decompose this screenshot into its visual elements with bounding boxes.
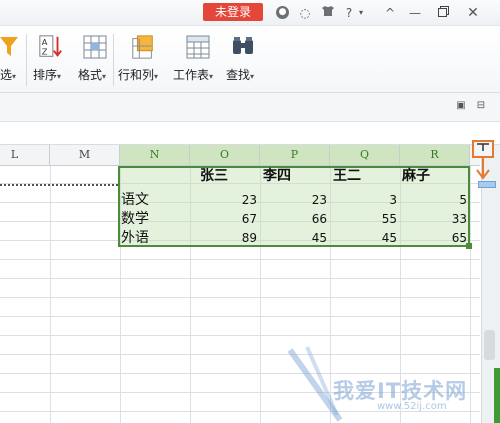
page-break-line [0, 184, 118, 186]
format-icon [83, 35, 107, 59]
title-bar: 未登录 ● ◌ ? ▾ ^ — ✕ [0, 0, 500, 26]
table-cell[interactable]: 23 [190, 191, 257, 210]
feedback-icon[interactable]: ● [276, 6, 289, 19]
format-button[interactable]: 格式▾ [78, 32, 118, 86]
watermark-url: www.52ij.com [377, 401, 447, 412]
panel-dropdown-icon[interactable]: ⊟ [475, 100, 487, 112]
rows-columns-label: 行和列 [118, 68, 155, 82]
scrollbar-accent [494, 368, 500, 423]
formula-bar[interactable] [0, 122, 500, 145]
split-window-button[interactable] [472, 140, 494, 158]
toolbar-strip: ▣ ⊟ [0, 93, 500, 122]
worksheet-button[interactable]: 工作表▾ [173, 32, 225, 86]
chevron-down-icon: ▾ [57, 72, 62, 81]
pin-icon[interactable]: ▣ [455, 100, 467, 112]
ribbon-divider [113, 34, 114, 86]
chevron-down-icon: ▾ [250, 72, 255, 81]
restore-icon[interactable] [435, 5, 451, 21]
table-header-cell[interactable]: 张三 [200, 167, 228, 186]
shirt-icon[interactable] [320, 5, 336, 21]
table-cell[interactable]: 33 [400, 210, 467, 229]
help-dropdown-icon[interactable]: ▾ [353, 5, 369, 21]
table-cell[interactable]: 45 [330, 229, 397, 248]
chevron-down-icon: ▾ [102, 72, 107, 81]
table-cell[interactable]: 65 [400, 229, 467, 248]
ribbon-toolbar: 选▾ A Z 排序▾ 格式▾ 行和列▾ 工作表▾ 查找▾ [0, 26, 500, 93]
filter-button[interactable]: 选▾ [0, 32, 24, 86]
column-header-p[interactable]: P [260, 145, 330, 165]
worksheet-label: 工作表 [173, 68, 210, 82]
rows-columns-button[interactable]: 行和列▾ [118, 32, 170, 86]
watermark: 我爱IT技术网 www.52ij.com [285, 345, 490, 423]
table-cell[interactable]: 55 [330, 210, 397, 229]
table-header-cell[interactable]: 麻子 [402, 167, 430, 186]
filter-icon [0, 37, 18, 56]
close-icon[interactable]: ✕ [465, 5, 481, 21]
skin-icon[interactable]: ◌ [297, 5, 313, 21]
table-row-label[interactable]: 数学 [121, 210, 149, 229]
table-cell[interactable]: 23 [260, 191, 327, 210]
table-cell[interactable]: 45 [260, 229, 327, 248]
rows-columns-icon [132, 35, 153, 59]
chevron-down-icon: ▾ [154, 72, 159, 81]
split-bar-handle[interactable] [478, 181, 496, 188]
split-icon [477, 143, 489, 151]
column-header-row: L M N O P Q R [0, 145, 480, 166]
table-row-label[interactable]: 语文 [121, 191, 149, 210]
svg-text:Z: Z [42, 46, 48, 56]
collapse-icon[interactable]: ^ [382, 5, 398, 21]
column-header-l[interactable]: L [0, 145, 50, 165]
drag-arrow-icon [476, 158, 490, 180]
login-button[interactable]: 未登录 [203, 3, 263, 21]
sort-button[interactable]: A Z 排序▾ [32, 32, 72, 86]
column-header-m[interactable]: M [50, 145, 120, 165]
worksheet-icon [186, 35, 210, 59]
ribbon-divider [26, 34, 27, 86]
column-header-n[interactable]: N [120, 145, 190, 165]
filter-label: 选 [0, 68, 13, 82]
find-label: 查找 [226, 68, 251, 82]
table-header-cell[interactable]: 王二 [333, 167, 361, 186]
find-button[interactable]: 查找▾ [226, 32, 266, 86]
find-icon [233, 37, 253, 54]
table-header-cell[interactable]: 李四 [263, 167, 291, 186]
column-header-q[interactable]: Q [330, 145, 400, 165]
sort-label: 排序 [33, 68, 58, 82]
column-header-r[interactable]: R [400, 145, 470, 165]
table-row-label[interactable]: 外语 [121, 229, 149, 248]
table-cell[interactable]: 89 [190, 229, 257, 248]
chevron-down-icon: ▾ [209, 72, 214, 81]
table-cell[interactable]: 66 [260, 210, 327, 229]
table-cell[interactable]: 5 [400, 191, 467, 210]
chevron-down-icon: ▾ [12, 72, 17, 81]
table-cell[interactable]: 3 [330, 191, 397, 210]
column-header-o[interactable]: O [190, 145, 260, 165]
minimize-icon[interactable]: — [407, 5, 423, 21]
format-label: 格式 [78, 68, 103, 82]
sort-icon: A Z [39, 35, 62, 57]
table-cell[interactable]: 67 [190, 210, 257, 229]
